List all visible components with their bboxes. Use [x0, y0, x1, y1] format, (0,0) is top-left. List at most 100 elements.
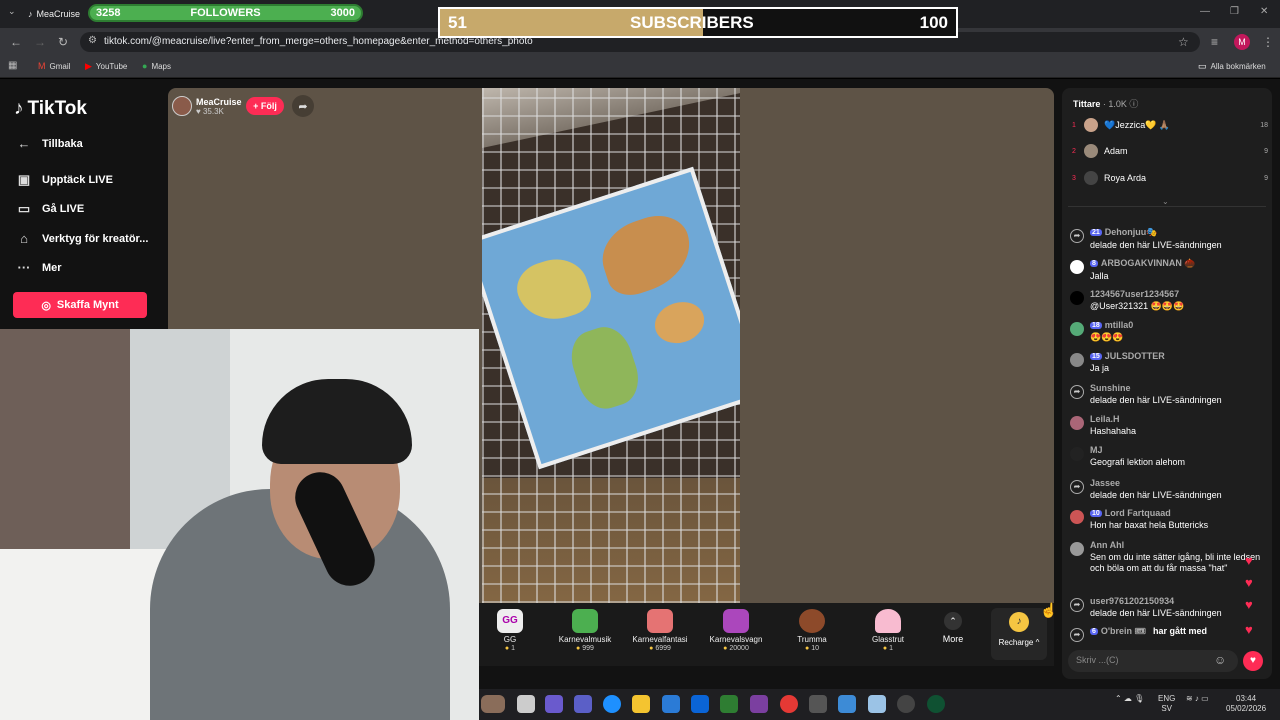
- chat-username[interactable]: 21 Dehonjuu🎭: [1090, 227, 1266, 238]
- ranking-row[interactable]: 2 Adam 9: [1072, 141, 1268, 161]
- maximize-icon[interactable]: ❐: [1230, 6, 1239, 17]
- bookmark-star-icon[interactable]: ☆: [1178, 35, 1189, 49]
- share-icon[interactable]: ➦: [292, 95, 314, 117]
- store-icon[interactable]: [662, 695, 680, 713]
- chat-username[interactable]: 10 Lord Fartquaad: [1090, 508, 1266, 518]
- avatar[interactable]: [1070, 510, 1084, 524]
- chat-message: 1234567user1234567 @User321321 🤩🤩🤩: [1070, 289, 1266, 312]
- more-gifts-button[interactable]: ⌃ More: [935, 612, 971, 644]
- gift-item[interactable]: Glasstrut 1: [852, 609, 924, 652]
- avatar[interactable]: [1070, 416, 1084, 430]
- host-info[interactable]: MeaCruise ♥ 35.3K: [172, 94, 242, 118]
- chat-username[interactable]: 18 mtilla0: [1090, 320, 1266, 330]
- chat-input[interactable]: Skriv ...(C): [1068, 650, 1238, 672]
- sidebar-item-more[interactable]: ··· Mer: [16, 260, 62, 275]
- task-view-icon[interactable]: [517, 695, 535, 713]
- browser-menu-icon[interactable]: ⋮: [1262, 35, 1274, 49]
- avatar[interactable]: [1070, 291, 1084, 305]
- chat-username[interactable]: Leila.H: [1090, 414, 1266, 424]
- close-window-icon[interactable]: ✕: [1260, 6, 1268, 17]
- chat-username[interactable]: MJ: [1090, 445, 1266, 455]
- outlook-icon[interactable]: [691, 695, 709, 713]
- ranking-row[interactable]: 1 💙Jezzica💛 🙏🏽 18: [1072, 115, 1268, 135]
- host-avatar[interactable]: [172, 96, 192, 116]
- more-gifts-label: More: [942, 634, 964, 644]
- expand-chevron-icon[interactable]: ⌄: [1162, 197, 1169, 206]
- profile-avatar[interactable]: M: [1234, 34, 1250, 50]
- reload-icon[interactable]: ↻: [58, 35, 68, 49]
- sidebar-item-creator-tools[interactable]: ⌂ Verktyg för kreatör...: [16, 231, 148, 246]
- chat-username[interactable]: 6 O'brein 🎟 har gått med: [1090, 626, 1266, 637]
- browser-tab[interactable]: ♪ MeaCruise: [28, 5, 88, 23]
- host-text: MeaCruise ♥ 35.3K: [196, 97, 242, 116]
- security-shield-icon[interactable]: [720, 695, 738, 713]
- ranking-row[interactable]: 3 Roya Arda 9: [1072, 168, 1268, 188]
- tab-list-icon[interactable]: ⌄: [8, 6, 16, 17]
- chat-username[interactable]: Jassee: [1090, 478, 1266, 488]
- avatar[interactable]: [1070, 322, 1084, 336]
- share-icon[interactable]: ➦: [1070, 598, 1084, 612]
- share-icon[interactable]: ➦: [1070, 480, 1084, 494]
- teams-icon[interactable]: [574, 695, 592, 713]
- chat-username[interactable]: user9761202150934: [1090, 596, 1266, 606]
- minimize-icon[interactable]: —: [1200, 6, 1210, 17]
- avatar[interactable]: [1070, 447, 1084, 461]
- share-icon[interactable]: ➦: [1070, 628, 1084, 642]
- host-name: MeaCruise: [196, 96, 242, 107]
- bookmark-youtube[interactable]: ▶ YouTube: [85, 61, 127, 72]
- copilot-icon[interactable]: [545, 695, 563, 713]
- file-explorer-icon[interactable]: [632, 695, 650, 713]
- back-arrow-icon[interactable]: ←: [10, 35, 22, 49]
- gift-item[interactable]: Karnevalsvagn 20000: [700, 609, 772, 652]
- site-info-icon[interactable]: ⚙: [88, 35, 97, 46]
- avatar[interactable]: [1070, 353, 1084, 367]
- avatar[interactable]: [1070, 260, 1084, 274]
- widgets-icon[interactable]: [481, 695, 505, 713]
- share-icon[interactable]: ➦: [1070, 229, 1084, 243]
- gift-item[interactable]: Trumma 10: [776, 609, 848, 652]
- chat-username[interactable]: Sunshine: [1090, 383, 1266, 393]
- mouse-cursor-icon: ☝: [1040, 602, 1058, 618]
- apps-grid-icon[interactable]: ▦: [8, 60, 17, 71]
- gallery-icon[interactable]: [868, 695, 886, 713]
- all-bookmarks[interactable]: ▭ Alla bokmärken: [1198, 61, 1266, 72]
- gift-item[interactable]: GG GG 1: [474, 609, 546, 652]
- chat-username[interactable]: 15 JULSDOTTER: [1090, 351, 1266, 361]
- follow-button[interactable]: + Följ: [246, 97, 284, 115]
- bookmark-gmail[interactable]: M Gmail: [38, 61, 70, 71]
- get-coins-button[interactable]: ◎ Skaffa Mynt: [13, 292, 147, 318]
- emoji-icon[interactable]: ☺: [1214, 653, 1226, 667]
- chat-username[interactable]: 8 ARBOGAKVINNAN 🌰: [1090, 258, 1266, 269]
- sidebar-item-go-live[interactable]: ▭ Gå LIVE: [16, 201, 84, 217]
- sidebar-item-discover-live[interactable]: ▣ Upptäck LIVE: [16, 172, 113, 188]
- share-icon[interactable]: ➦: [1070, 385, 1084, 399]
- back-link[interactable]: ← Tillbaka: [16, 136, 83, 151]
- recharge-button[interactable]: ♪ Recharge ^: [991, 608, 1047, 660]
- avatar[interactable]: [1070, 542, 1084, 556]
- edge-icon[interactable]: [603, 695, 621, 713]
- obs-icon[interactable]: [897, 695, 915, 713]
- m365-icon[interactable]: [750, 695, 768, 713]
- gift-item[interactable]: Karnevalfantasi 6999: [624, 609, 696, 652]
- chat-username[interactable]: 1234567user1234567: [1090, 289, 1266, 299]
- chat-message: Leila.H Hashahaha: [1070, 414, 1266, 437]
- avatar: [1084, 118, 1098, 132]
- viewers-header[interactable]: Tittare · 1.0K ⓘ: [1073, 97, 1138, 110]
- app-circle-icon[interactable]: [927, 695, 945, 713]
- ranking-number: 1: [1072, 121, 1076, 129]
- reading-list-icon[interactable]: ≡: [1211, 35, 1218, 49]
- app-icon[interactable]: [809, 695, 827, 713]
- chat-username[interactable]: Ann Ahl: [1090, 540, 1266, 550]
- info-icon[interactable]: ⓘ: [1129, 99, 1138, 109]
- clock[interactable]: 03:44 05/02/2026: [1226, 694, 1266, 714]
- tray-icons[interactable]: ⌃ ☁ 🎙: [1115, 694, 1144, 704]
- chrome-icon[interactable]: [780, 695, 798, 713]
- like-heart-button[interactable]: ♥: [1243, 651, 1263, 671]
- forward-arrow-icon[interactable]: →: [34, 35, 46, 49]
- bookmark-maps[interactable]: ● Maps: [142, 61, 171, 71]
- network-volume-icons[interactable]: ≋ ♪ ▭: [1186, 694, 1209, 704]
- language-indicator[interactable]: ENG SV: [1158, 694, 1175, 714]
- gift-item[interactable]: Karnevalmusik 999: [549, 609, 621, 652]
- photos-icon[interactable]: [838, 695, 856, 713]
- tiktok-logo[interactable]: ♪ TikTok: [14, 98, 87, 120]
